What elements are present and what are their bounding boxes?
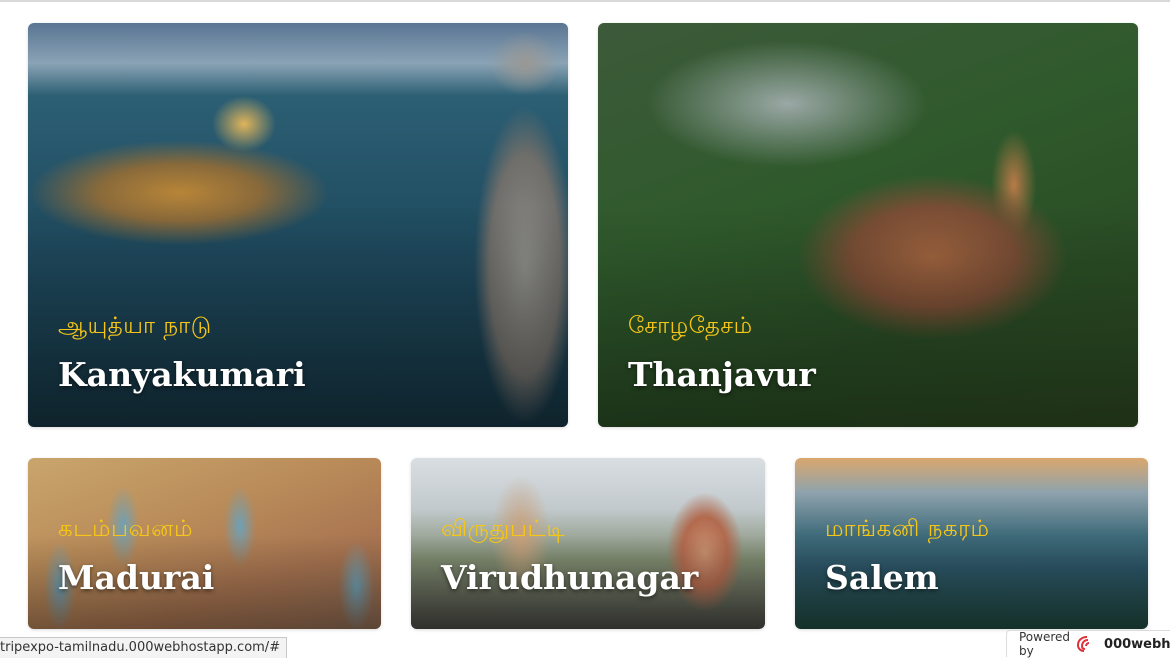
status-bar-url: tripexpo-tamilnadu.000webhostapp.com/# bbox=[0, 637, 288, 658]
powered-by-label: Powered by bbox=[1019, 630, 1071, 658]
destination-card-madurai[interactable]: கடம்பவனம் Madurai bbox=[28, 458, 381, 629]
card-title: Virudhunagar bbox=[441, 558, 699, 597]
card-subtitle: சோழதேசம் bbox=[628, 313, 753, 339]
destination-card-thanjavur[interactable]: சோழதேசம் Thanjavur bbox=[598, 23, 1138, 427]
destination-card-virudhunagar[interactable]: விருதுபட்டி Virudhunagar bbox=[411, 458, 765, 629]
card-title: Madurai bbox=[58, 558, 215, 597]
card-subtitle: மாங்கனி நகரம் bbox=[825, 516, 990, 542]
card-subtitle: ஆயுத்யா நாடு bbox=[58, 313, 212, 339]
card-subtitle: விருதுபட்டி bbox=[441, 516, 566, 542]
destination-card-salem[interactable]: மாங்கனி நகரம் Salem bbox=[795, 458, 1148, 629]
000webhost-logo-icon bbox=[1076, 635, 1098, 653]
powered-by-badge[interactable]: Powered by 000webhost bbox=[1006, 630, 1170, 658]
card-subtitle: கடம்பவனம் bbox=[58, 516, 193, 542]
card-title: Thanjavur bbox=[628, 355, 816, 394]
powered-by-brand: 000webhost bbox=[1104, 636, 1170, 652]
top-divider bbox=[0, 0, 1170, 2]
card-title: Kanyakumari bbox=[58, 355, 306, 394]
card-title: Salem bbox=[825, 558, 939, 597]
destination-card-kanyakumari[interactable]: ஆயுத்யா நாடு Kanyakumari bbox=[28, 23, 568, 427]
